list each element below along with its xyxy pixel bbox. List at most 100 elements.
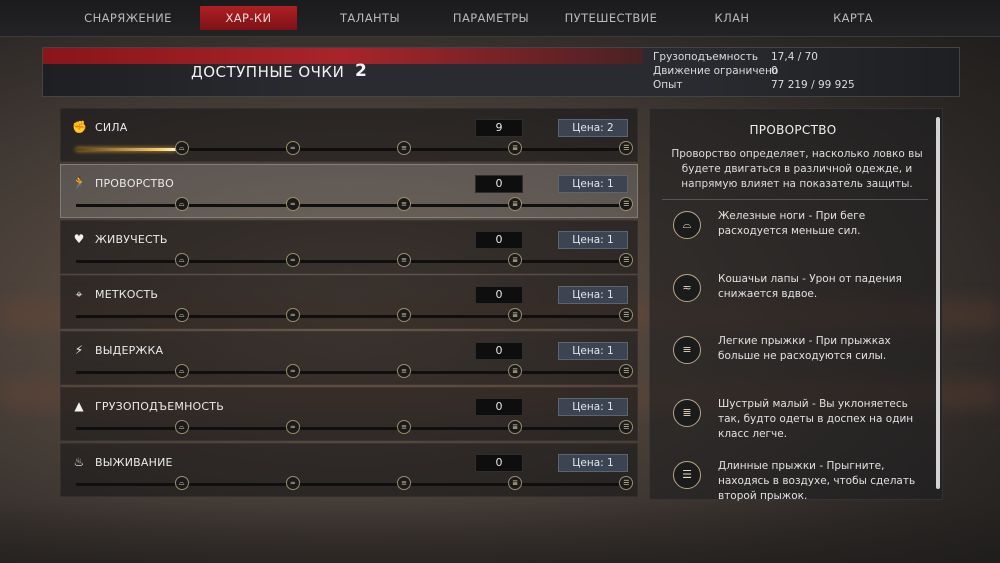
heart-icon: ♥ (73, 231, 85, 246)
milestone-node-icon[interactable]: ☰ (619, 196, 634, 211)
milestone-node-icon[interactable]: ≡ (397, 420, 412, 434)
milestone-node-icon[interactable]: ⌓ (174, 252, 189, 267)
milestone-node-icon[interactable]: ⌓ (174, 420, 189, 434)
milestone-node-icon[interactable]: ≣ (508, 196, 523, 211)
attribute-row[interactable]: ▲ ГРУЗОПОДЪЕМНОСТЬ 0 Цена: 1 ⌓ ≂ ≡ ≣ ☰ (60, 387, 638, 441)
info-row-encumbrance: Грузоподъемность 17,4 / 70 (653, 51, 818, 63)
milestone-node-icon[interactable]: ≂ (285, 252, 300, 267)
milestone-node-icon[interactable]: ≡ (397, 308, 412, 323)
milestone-node-icon[interactable]: ⌓ (174, 141, 189, 155)
milestone-node-icon[interactable]: ☰ (619, 252, 634, 267)
info-row-experience: Опыт 77 219 / 99 925 (653, 79, 855, 91)
attribute-value: 0 (475, 230, 523, 249)
milestone-node-icon[interactable]: ≣ (508, 141, 523, 155)
milestone-node-icon[interactable]: ≡ (397, 141, 412, 155)
tab-map[interactable]: КАРТА (823, 6, 883, 30)
attribute-row[interactable]: ⚡ ВЫДЕРЖКА 0 Цена: 1 ⌓ ≂ ≡ ≣ ☰ (60, 331, 638, 386)
milestone-node-icon[interactable]: ≂ (285, 475, 300, 490)
attribute-row[interactable]: ♥ ЖИВУЧЕСТЬ 0 Цена: 1 ⌓ ≂ ≡ ≣ ☰ (60, 219, 638, 274)
attribute-name: ВЫЖИВАНИЕ (95, 455, 173, 469)
info-row-movement: Движение ограничено 0 (653, 65, 778, 77)
milestone-node-icon[interactable]: ≣ (508, 475, 523, 490)
milestone-node-icon[interactable]: ☰ (619, 420, 634, 434)
milestone-node-icon[interactable]: ≣ (508, 364, 523, 379)
milestone-node-icon[interactable]: ≡ (397, 475, 412, 490)
crosshair-icon: ⌖ (75, 287, 83, 302)
milestone-node-icon[interactable]: ☰ (619, 141, 634, 155)
info-value: 17,4 / 70 (771, 51, 818, 63)
header-banner: ДОСТУПНЫЕ ОЧКИ 2 Грузоподъемность 17,4 /… (42, 47, 960, 97)
fist-icon: ✊ (72, 120, 87, 134)
attribute-progress-track (76, 259, 632, 263)
attribute-cost-button[interactable]: Цена: 1 (558, 286, 628, 305)
perk-tier1-icon: ⌓ (673, 211, 701, 239)
perk-item: ⌓ Железные ноги - При беге расходуется ме… (660, 209, 930, 255)
attribute-progress-track (76, 427, 632, 430)
perk-text: Длинные прыжки - Прыгните, находясь в во… (718, 460, 916, 502)
attribute-progress-track (76, 482, 632, 486)
scrollbar-thumb[interactable] (936, 117, 940, 489)
milestone-node-icon[interactable]: ≡ (397, 196, 412, 211)
milestone-node-icon[interactable]: ≂ (285, 364, 300, 379)
attribute-cost-button[interactable]: Цена: 1 (558, 174, 628, 193)
perk-tier5-icon: ☰ (673, 461, 701, 489)
attribute-row[interactable]: ⌖ МЕТКОСТЬ 0 Цена: 1 ⌓ ≂ ≡ ≣ ☰ (60, 275, 638, 330)
available-points-value: 2 (355, 61, 367, 81)
milestone-node-icon[interactable]: ≣ (508, 252, 523, 267)
milestone-node-icon[interactable]: ≣ (508, 308, 523, 323)
attribute-progress-track (76, 203, 632, 207)
attribute-cost-button[interactable]: Цена: 1 (558, 230, 628, 249)
milestone-node-icon[interactable]: ☰ (619, 475, 634, 490)
perk-text: Шустрый малый - Вы уклоняетесь так, будт… (718, 397, 914, 440)
tab-parameters[interactable]: ПАРАМЕТРЫ (446, 6, 536, 30)
milestone-node-icon[interactable]: ⌓ (174, 364, 189, 379)
perk-tier2-icon: ≂ (673, 273, 701, 302)
top-nav: СНАРЯЖЕНИЕ ХАР-КИ ТАЛАНТЫ ПАРАМЕТРЫ ПУТЕ… (0, 0, 1000, 37)
perk-text: Кошачьи лапы - Урон от падения снижается… (718, 272, 902, 300)
perk-text: Железные ноги - При беге расходуется мен… (718, 210, 866, 237)
milestone-node-icon[interactable]: ≂ (285, 196, 300, 211)
perk-item: ≡ Легкие прыжки - При прыжках больше не р… (660, 334, 930, 380)
attribute-progress-track (76, 148, 632, 151)
milestone-node-icon[interactable]: ≣ (508, 420, 523, 434)
attribute-cost-button[interactable]: Цена: 1 (558, 453, 628, 472)
attribute-cost-button[interactable]: Цена: 2 (558, 119, 628, 137)
milestone-node-icon[interactable]: ☰ (619, 364, 634, 379)
milestone-node-icon[interactable]: ⌓ (174, 475, 189, 490)
milestone-node-icon[interactable]: ≂ (285, 141, 300, 155)
attribute-row[interactable]: 🏃 ПРОВОРСТВО 0 Цена: 1 ⌓ ≂ ≡ ≣ ☰ (60, 163, 638, 218)
tab-attributes[interactable]: ХАР-КИ (200, 6, 297, 30)
attribute-name: СИЛА (95, 121, 128, 134)
attribute-cost-button[interactable]: Цена: 1 (558, 398, 628, 416)
running-icon: 🏃 (72, 175, 87, 190)
perk-text: Легкие прыжки - При прыжках больше не ра… (718, 335, 891, 362)
attribute-row[interactable]: ♨ ВЫЖИВАНИЕ 0 Цена: 1 ⌓ ≂ ≡ ≣ ☰ (60, 442, 638, 497)
milestone-node-icon[interactable]: ⌓ (174, 308, 189, 323)
milestone-node-icon[interactable]: ≂ (285, 420, 300, 434)
attribute-row[interactable]: ✊ СИЛА 9 Цена: 2 ⌓ ≂ ≡ ≣ ☰ (60, 108, 638, 162)
divider (662, 199, 928, 200)
tab-journey[interactable]: ПУТЕШЕСТВИЕ (563, 6, 659, 30)
perk-item: ≣ Шустрый малый - Вы уклоняетесь так, буд… (660, 397, 930, 443)
milestone-node-icon[interactable]: ⌓ (174, 196, 189, 211)
tab-talents[interactable]: ТАЛАНТЫ (326, 6, 414, 30)
perk-item: ☰ Длинные прыжки - Прыгните, находясь в в… (660, 459, 930, 505)
milestone-node-icon[interactable]: ☰ (619, 308, 634, 323)
attribute-name: МЕТКОСТЬ (95, 288, 159, 302)
milestone-node-icon[interactable]: ≡ (397, 364, 412, 379)
attribute-name: ВЫДЕРЖКА (95, 344, 164, 358)
bottom-shade (0, 500, 1000, 563)
info-label: Движение ограничено (653, 65, 779, 77)
milestone-node-icon[interactable]: ≡ (397, 252, 412, 267)
attribute-list: ✊ СИЛА 9 Цена: 2 ⌓ ≂ ≡ ≣ ☰ 🏃 ПРОВОРСТВО 0 Цена: 1 ⌓ ≂ ≡… (60, 108, 638, 498)
attribute-cost-button[interactable]: Цена: 1 (558, 342, 628, 361)
info-label: Опыт (653, 79, 683, 91)
detail-scrollbar[interactable] (936, 117, 940, 489)
banner-red-stripe (43, 48, 643, 64)
milestone-node-icon[interactable]: ≂ (285, 308, 300, 323)
perk-item: ≂ Кошачьи лапы - Урон от падения снижаетс… (660, 272, 930, 318)
attribute-value: 0 (475, 286, 523, 305)
tab-equipment[interactable]: СНАРЯЖЕНИЕ (80, 6, 176, 30)
attribute-progress-track (76, 315, 632, 319)
tab-clan[interactable]: КЛАН (703, 6, 761, 30)
